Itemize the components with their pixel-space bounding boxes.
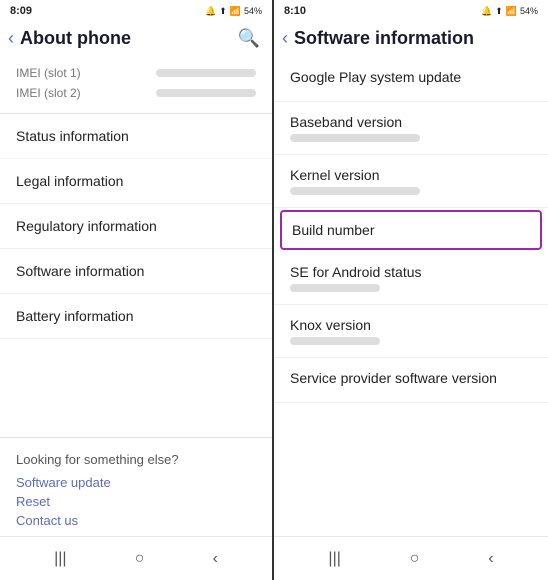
imei-slot2-value <box>156 89 256 97</box>
left-status-icons: 🔔 ⬆ 📶 54% <box>205 6 262 17</box>
software-info-list: Google Play system update Baseband versi… <box>274 57 548 536</box>
right-status-bar: 8:10 🔔 ⬆ 📶 54% <box>274 0 548 22</box>
google-play-label: Google Play system update <box>290 69 532 85</box>
signal-icon: 📶 <box>230 6 241 17</box>
looking-title: Looking for something else? <box>16 452 256 467</box>
right-home-button[interactable]: ○ <box>410 550 420 568</box>
build-number-label: Build number <box>292 222 530 238</box>
looking-section: Looking for something else? Software upd… <box>0 437 272 536</box>
kernel-label: Kernel version <box>290 167 532 183</box>
contact-us-link[interactable]: Contact us <box>16 511 256 530</box>
left-bottom-nav: ||| ○ ‹ <box>0 536 272 580</box>
right-back-button[interactable]: ‹ <box>282 28 288 49</box>
imei-slot1-label: IMEI (slot 1) <box>16 66 81 80</box>
kernel-value <box>290 187 420 195</box>
menu-status-label: Status information <box>16 128 129 144</box>
kernel-item[interactable]: Kernel version <box>274 155 548 208</box>
imei-slot1-row: IMEI (slot 1) <box>16 63 256 83</box>
knox-label: Knox version <box>290 317 532 333</box>
left-page-title: About phone <box>20 28 238 49</box>
reset-link[interactable]: Reset <box>16 492 256 511</box>
menu-item-legal[interactable]: Legal information <box>0 159 272 204</box>
se-android-value <box>290 284 380 292</box>
back-button[interactable]: ‹ <box>213 550 218 568</box>
se-android-label: SE for Android status <box>290 264 532 280</box>
right-signal-icon: 📶 <box>506 6 517 17</box>
se-android-item[interactable]: SE for Android status <box>274 252 548 305</box>
knox-item[interactable]: Knox version <box>274 305 548 358</box>
right-battery-indicator: 54% <box>520 6 538 16</box>
right-panel: 8:10 🔔 ⬆ 📶 54% ‹ Software information Go… <box>274 0 548 580</box>
left-header: ‹ About phone 🔍 <box>0 22 272 57</box>
menu-item-battery[interactable]: Battery information <box>0 294 272 339</box>
right-time: 8:10 <box>284 5 306 17</box>
imei-slot1-value <box>156 69 256 77</box>
right-bottom-nav: ||| ○ ‹ <box>274 536 548 580</box>
imei-slot2-label: IMEI (slot 2) <box>16 86 81 100</box>
imei-section: IMEI (slot 1) IMEI (slot 2) <box>0 57 272 114</box>
menu-item-regulatory[interactable]: Regulatory information <box>0 204 272 249</box>
build-number-item[interactable]: Build number <box>280 210 542 250</box>
notification-icon: 🔔 <box>205 6 216 17</box>
menu-software-label: Software information <box>16 263 144 279</box>
service-provider-item[interactable]: Service provider software version <box>274 358 548 403</box>
knox-value <box>290 337 380 345</box>
right-back-button[interactable]: ‹ <box>488 550 493 568</box>
menu-battery-label: Battery information <box>16 308 134 324</box>
right-header: ‹ Software information <box>274 22 548 57</box>
menu-item-status[interactable]: Status information <box>0 114 272 159</box>
left-time: 8:09 <box>10 5 32 17</box>
service-provider-label: Service provider software version <box>290 370 532 386</box>
baseband-item[interactable]: Baseband version <box>274 102 548 155</box>
recents-button[interactable]: ||| <box>54 550 66 568</box>
right-notification-icon: 🔔 <box>481 6 492 17</box>
baseband-label: Baseband version <box>290 114 532 130</box>
home-button[interactable]: ○ <box>135 550 145 568</box>
left-panel: 8:09 🔔 ⬆ 📶 54% ‹ About phone 🔍 IMEI (slo… <box>0 0 274 580</box>
imei-slot2-row: IMEI (slot 2) <box>16 83 256 103</box>
menu-section: Status information Legal information Reg… <box>0 114 272 437</box>
battery-indicator: 54% <box>244 6 262 16</box>
menu-legal-label: Legal information <box>16 173 123 189</box>
menu-item-software[interactable]: Software information ← <box>0 249 272 294</box>
search-icon[interactable]: 🔍 <box>238 28 260 49</box>
baseband-value <box>290 134 420 142</box>
sync-icon: ⬆ <box>219 6 227 17</box>
left-status-bar: 8:09 🔔 ⬆ 📶 54% <box>0 0 272 22</box>
right-sync-icon: ⬆ <box>495 6 503 17</box>
software-update-link[interactable]: Software update <box>16 473 256 492</box>
left-back-button[interactable]: ‹ <box>8 28 14 49</box>
right-status-icons: 🔔 ⬆ 📶 54% <box>481 6 538 17</box>
right-page-title: Software information <box>294 28 536 49</box>
google-play-item[interactable]: Google Play system update <box>274 57 548 102</box>
right-recents-button[interactable]: ||| <box>328 550 340 568</box>
menu-regulatory-label: Regulatory information <box>16 218 157 234</box>
